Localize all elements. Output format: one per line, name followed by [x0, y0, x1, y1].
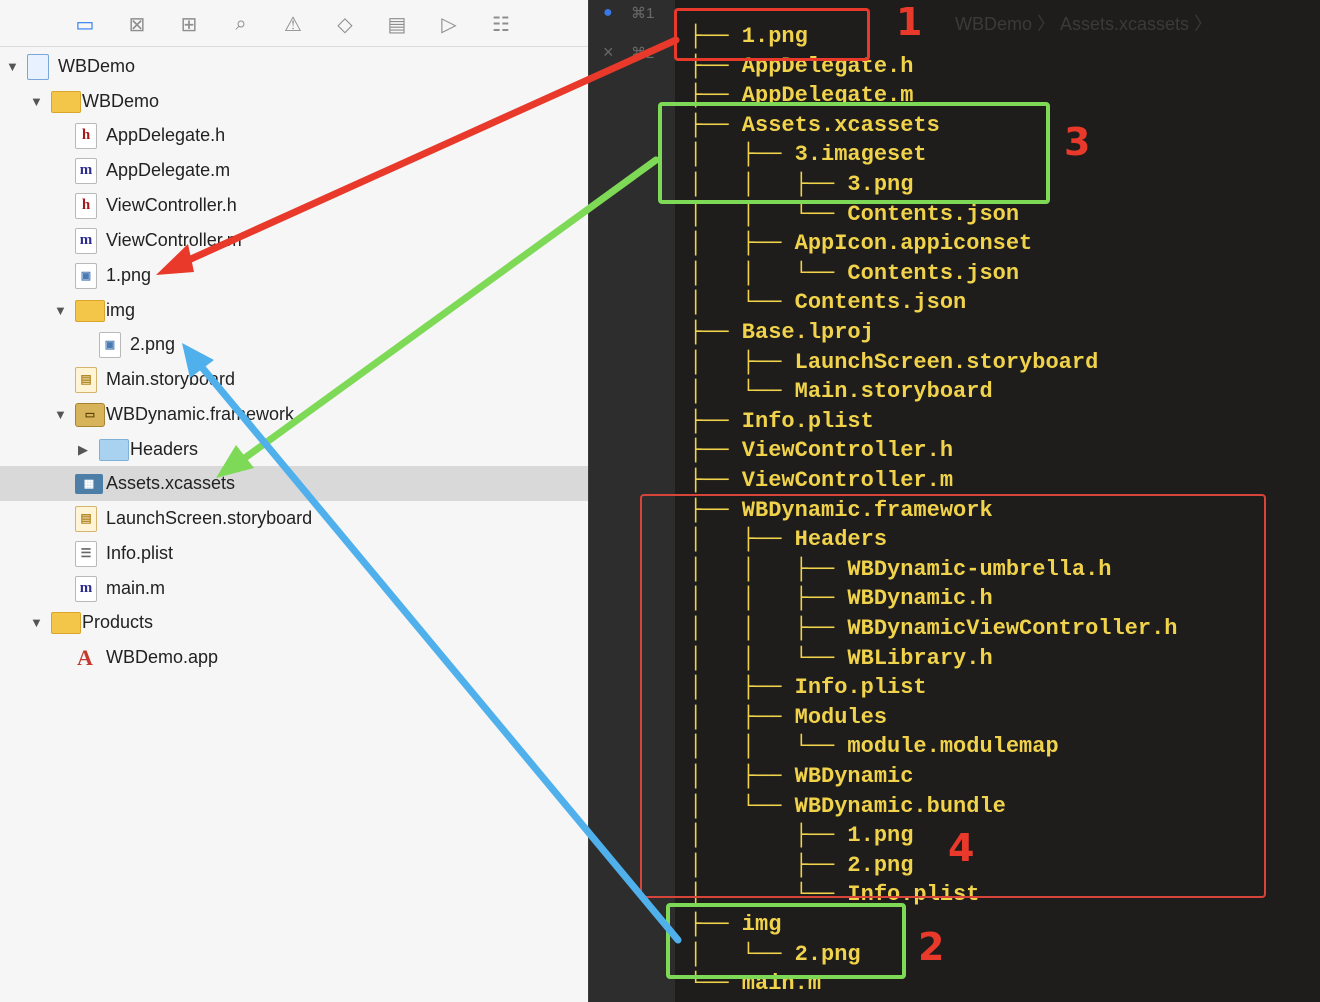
blue-arrow-line: [196, 361, 682, 944]
annotation-arrows: [156, 36, 682, 944]
red-arrow-head: [156, 244, 194, 275]
green-arrow-head: [216, 445, 254, 478]
red-arrow-line: [178, 36, 680, 267]
